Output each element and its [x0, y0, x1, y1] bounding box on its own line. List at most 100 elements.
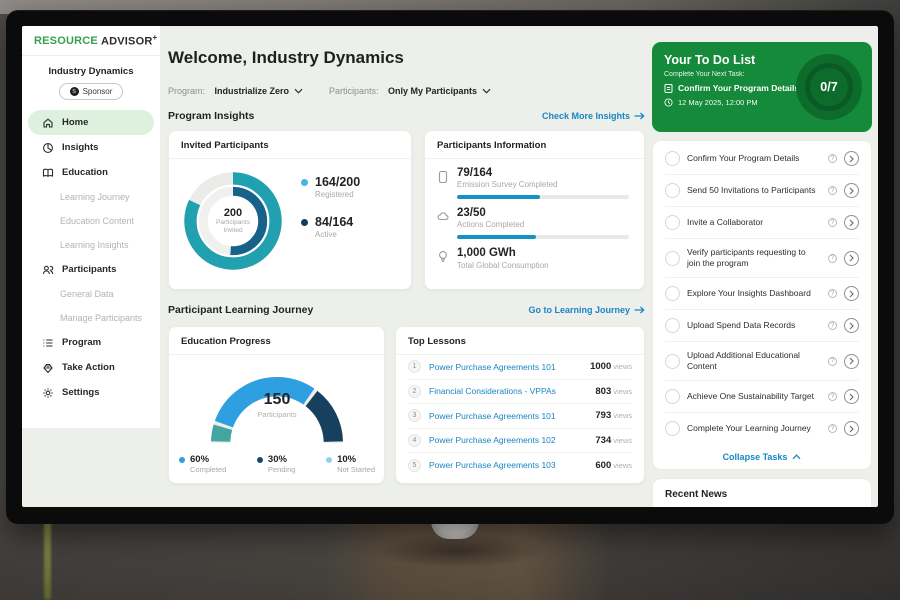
survey-progress-bar: [457, 195, 629, 199]
sidebar-item-home[interactable]: Home: [28, 110, 154, 135]
card-title: Education Progress: [169, 327, 384, 355]
task-row[interactable]: Confirm Your Program Details ?: [665, 143, 859, 175]
task-checkbox[interactable]: [665, 354, 680, 369]
info-icon[interactable]: ?: [828, 321, 837, 330]
actions-label: Actions Completed: [457, 220, 629, 229]
chevron-right-icon[interactable]: [844, 215, 859, 230]
task-label: Confirm Your Program Details: [687, 153, 821, 164]
sidebar-item-manage-participants[interactable]: Manage Participants: [28, 306, 154, 330]
task-checkbox[interactable]: [665, 389, 680, 404]
participants-filter-label: Participants:: [329, 86, 379, 96]
stand-shadow: [372, 534, 542, 568]
sidebar-item-general-data[interactable]: General Data: [28, 282, 154, 306]
sidebar-item-settings[interactable]: Settings: [28, 380, 154, 405]
participants-select-value: Only My Participants: [388, 86, 477, 96]
chevron-right-icon[interactable]: [844, 151, 859, 166]
task-checkbox[interactable]: [665, 183, 680, 198]
invited-total-label: Participants Invited: [207, 219, 259, 236]
info-icon[interactable]: ?: [828, 357, 837, 366]
info-icon[interactable]: ?: [828, 424, 837, 433]
sponsor-icon: S: [70, 87, 79, 96]
info-icon[interactable]: ?: [828, 289, 837, 298]
sidebar-item-label: Home: [62, 117, 88, 128]
chevron-right-icon[interactable]: [844, 354, 859, 369]
info-icon[interactable]: ?: [828, 254, 837, 263]
task-row[interactable]: Explore Your Insights Dashboard ?: [665, 278, 859, 310]
home-icon: [42, 117, 54, 129]
survey-value: 79/164: [457, 167, 629, 180]
check-more-insights-link[interactable]: Check More Insights: [542, 111, 645, 121]
task-checkbox[interactable]: [665, 318, 680, 333]
invited-legend: 164/200 Registered 84/164 Active: [301, 175, 360, 239]
legend-item-active: 84/164 Active: [301, 215, 360, 239]
participants-select[interactable]: Only My Participants: [388, 86, 491, 96]
chevron-right-icon[interactable]: [844, 421, 859, 436]
todo-due-label: 12 May 2025, 12:00 PM: [678, 98, 758, 107]
take-action-icon: [42, 362, 54, 374]
chevron-right-icon[interactable]: [844, 251, 859, 266]
lesson-link[interactable]: Power Purchase Agreements 103: [429, 460, 587, 470]
sidebar-item-program[interactable]: Program: [28, 330, 154, 355]
sidebar-item-learning-journey[interactable]: Learning Journey: [28, 185, 154, 209]
lesson-link[interactable]: Power Purchase Agreements 101: [429, 362, 582, 372]
task-label: Explore Your Insights Dashboard: [687, 288, 821, 299]
todo-task-list: Confirm Your Program Details ? Send 50 I…: [652, 140, 872, 470]
task-row[interactable]: Verify participants requesting to join t…: [665, 239, 859, 278]
sidebar-item-education[interactable]: Education: [28, 160, 154, 185]
sidebar-item-education-content[interactable]: Education Content: [28, 209, 154, 233]
task-checkbox[interactable]: [665, 251, 680, 266]
registered-dot: [301, 179, 308, 186]
lesson-link[interactable]: Financial Considerations - VPPAs: [429, 386, 587, 396]
task-row[interactable]: Upload Additional Educational Content ?: [665, 342, 859, 381]
task-row[interactable]: Achieve One Sustainability Target ?: [665, 381, 859, 413]
lesson-link[interactable]: Power Purchase Agreements 101: [429, 411, 587, 421]
lesson-row[interactable]: 1 Power Purchase Agreements 101 1000view…: [408, 355, 632, 380]
task-checkbox[interactable]: [665, 286, 680, 301]
chevron-right-icon[interactable]: [844, 183, 859, 198]
chevron-right-icon[interactable]: [844, 318, 859, 333]
info-icon[interactable]: ?: [828, 392, 837, 401]
sidebar-item-participants[interactable]: Participants: [28, 257, 154, 282]
task-row[interactable]: Invite a Collaborator ?: [665, 207, 859, 239]
invited-participants-card: Invited Participants 200 Participants In…: [168, 130, 412, 290]
rank-badge: 3: [408, 409, 421, 422]
lesson-link[interactable]: Power Purchase Agreements 102: [429, 435, 587, 445]
go-to-learning-journey-link[interactable]: Go to Learning Journey: [528, 305, 645, 315]
info-icon[interactable]: ?: [828, 218, 837, 227]
sidebar-item-learning-insights[interactable]: Learning Insights: [28, 233, 154, 257]
collapse-tasks-link[interactable]: Collapse Tasks: [665, 444, 859, 470]
lesson-views: 803views: [595, 386, 632, 397]
task-label: Send 50 Invitations to Participants: [687, 185, 821, 196]
sidebar-item-insights[interactable]: Insights: [28, 135, 154, 160]
not-started-label: Not Started: [337, 465, 375, 474]
active-dot: [301, 219, 308, 226]
card-title: Invited Participants: [169, 131, 411, 159]
survey-icon: [437, 170, 449, 184]
task-checkbox[interactable]: [665, 215, 680, 230]
program-filter: Program: Industrialize Zero: [168, 81, 303, 99]
task-row[interactable]: Send 50 Invitations to Participants ?: [665, 175, 859, 207]
task-row[interactable]: Upload Spend Data Records ?: [665, 310, 859, 342]
page-title: Welcome, Industry Dynamics: [168, 48, 404, 68]
invited-total: 200: [224, 207, 242, 219]
info-icon[interactable]: ?: [828, 186, 837, 195]
task-label: Complete Your Learning Journey: [687, 423, 821, 434]
book-icon: [42, 167, 54, 179]
chevron-right-icon[interactable]: [844, 286, 859, 301]
lesson-row[interactable]: 3 Power Purchase Agreements 101 793views: [408, 404, 632, 429]
gauge-label: Participants: [201, 410, 353, 419]
rank-badge: 4: [408, 434, 421, 447]
task-row[interactable]: Complete Your Learning Journey ?: [665, 413, 859, 444]
program-select[interactable]: Industrialize Zero: [214, 86, 303, 96]
lesson-row[interactable]: 4 Power Purchase Agreements 102 734views: [408, 429, 632, 454]
card-title: Top Lessons: [396, 327, 644, 355]
chevron-right-icon[interactable]: [844, 389, 859, 404]
clipboard-icon: [664, 83, 673, 93]
lesson-row[interactable]: 2 Financial Considerations - VPPAs 803vi…: [408, 380, 632, 405]
sidebar-item-take-action[interactable]: Take Action: [28, 355, 154, 380]
task-checkbox[interactable]: [665, 421, 680, 436]
task-checkbox[interactable]: [665, 151, 680, 166]
info-icon[interactable]: ?: [828, 154, 837, 163]
lesson-row[interactable]: 5 Power Purchase Agreements 103 600views: [408, 453, 632, 478]
gauge-value: 150: [201, 391, 353, 409]
